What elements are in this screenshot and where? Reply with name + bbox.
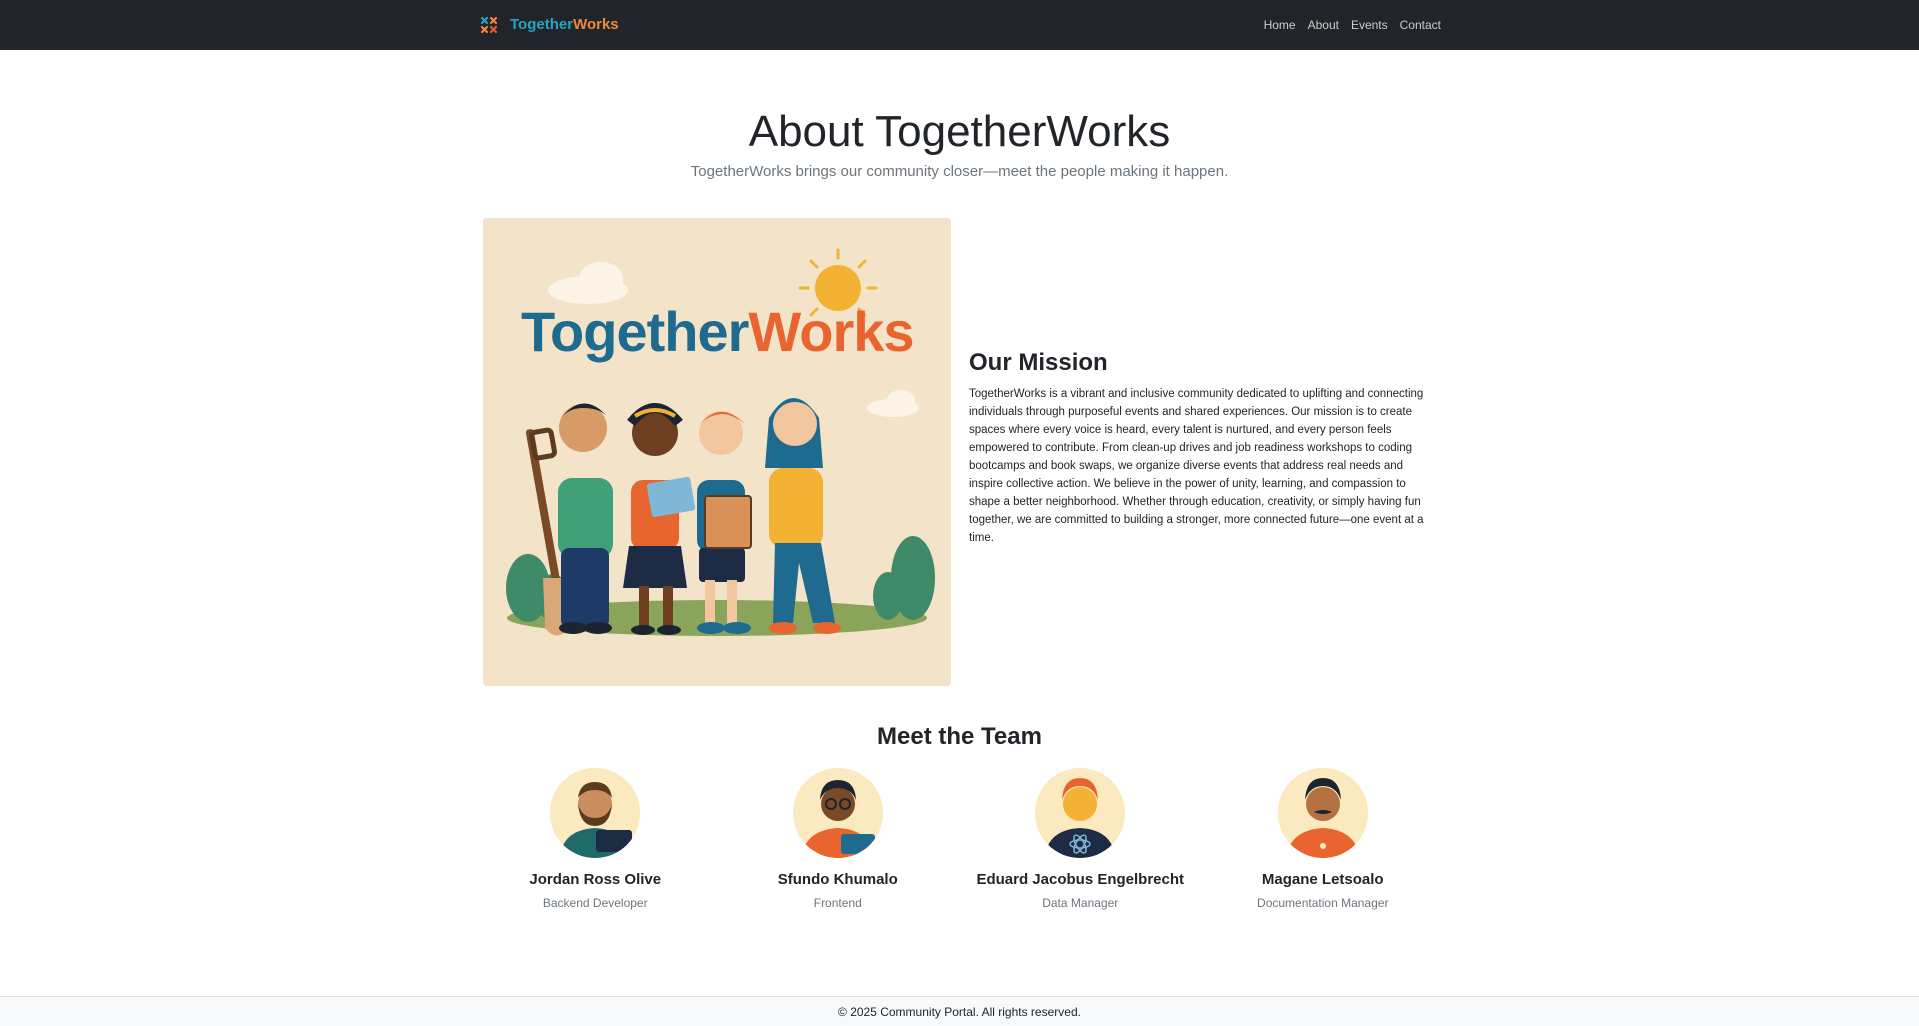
member-role: Frontend — [813, 896, 862, 910]
member-name: Sfundo Khumalo — [777, 871, 898, 888]
redhead-man-react-shirt-avatar — [1035, 768, 1126, 858]
mission-text: TogetherWorks is a vibrant and inclusive… — [969, 388, 1424, 544]
member-role: Documentation Manager — [1257, 896, 1389, 910]
nav-about-link[interactable]: About — [1308, 18, 1339, 32]
page-title: About TogetherWorks — [748, 107, 1171, 156]
team-member-card: Magane Letsoalo Documentation Manager — [1202, 768, 1445, 918]
footer: © 2025 Community Portal. All rights rese… — [0, 996, 1919, 1026]
brand-link[interactable]: TogetherWorks — [480, 14, 619, 36]
navbar: TogetherWorks Home About Events Contact — [0, 0, 1919, 50]
team-member-card: Eduard Jacobus Engelbrecht Data Manager — [959, 768, 1202, 918]
member-role: Data Manager — [1042, 896, 1119, 910]
community-volunteers-illustration: TogetherWorks — [483, 218, 951, 686]
bearded-man-laptop-avatar — [550, 768, 641, 858]
svg-text:TogetherWorks: TogetherWorks — [521, 300, 914, 363]
nav-events-link[interactable]: Events — [1351, 18, 1388, 32]
member-name: Jordan Ross Olive — [529, 871, 662, 888]
nav-links: Home About Events Contact — [1264, 0, 1441, 50]
page-lead: TogetherWorks brings our community close… — [690, 163, 1229, 180]
mustache-man-avatar — [1277, 768, 1368, 858]
member-role: Backend Developer — [542, 896, 648, 910]
brand-name: TogetherWorks — [510, 16, 619, 33]
team-member-card: Sfundo Khumalo Frontend — [717, 768, 960, 918]
hero-title-part2: Works — [748, 300, 913, 363]
glasses-man-laptop-avatar — [792, 768, 883, 858]
nav-home-link[interactable]: Home — [1264, 18, 1296, 32]
grid-x-logo-icon — [480, 16, 498, 34]
team-member-card: Jordan Ross Olive Backend Developer — [474, 768, 717, 918]
footer-copyright: © 2025 Community Portal. All rights rese… — [838, 1005, 1081, 1019]
hero-title-part1: Together — [521, 300, 749, 363]
team-title: Meet the Team — [877, 723, 1042, 750]
nav-contact-link[interactable]: Contact — [1400, 18, 1441, 32]
member-name: Magane Letsoalo — [1261, 871, 1384, 888]
member-name: Eduard Jacobus Engelbrecht — [976, 871, 1185, 888]
team-grid: Jordan Ross Olive Backend Developer Sfun… — [474, 768, 1444, 918]
mission-title: Our Mission — [969, 349, 1108, 376]
